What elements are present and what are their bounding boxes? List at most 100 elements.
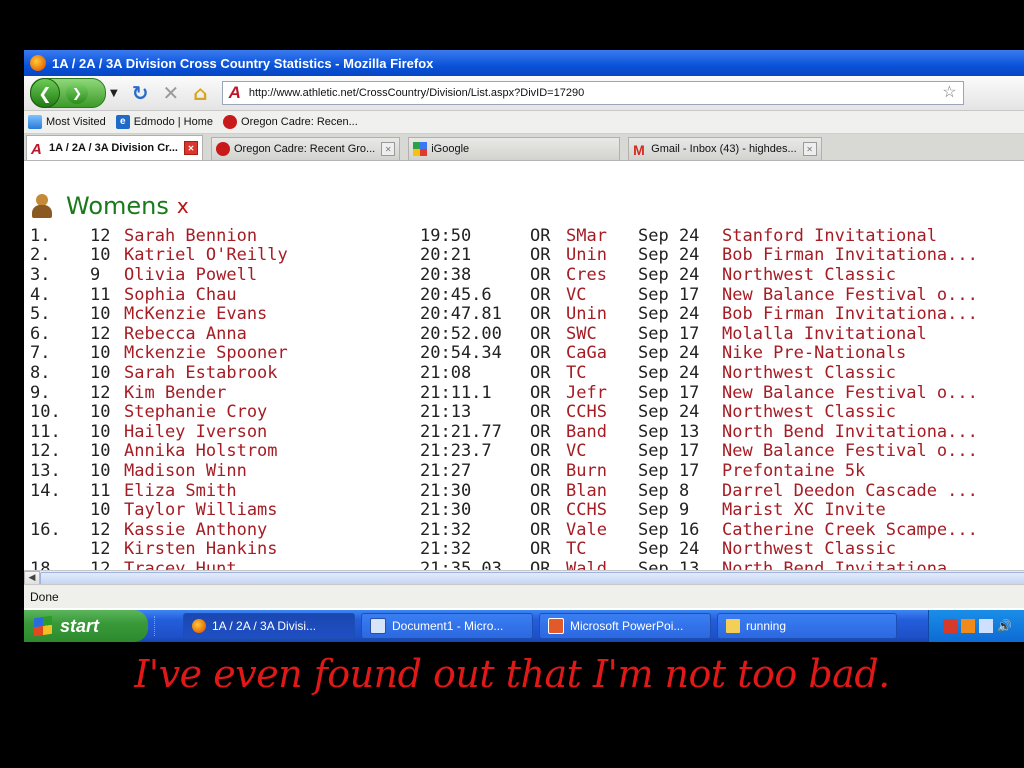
bookmark-label: Most Visited bbox=[46, 116, 106, 128]
horizontal-scrollbar[interactable]: ◀ bbox=[24, 570, 1024, 587]
taskbar-item-powerpoint[interactable]: Microsoft PowerPoi... bbox=[539, 613, 711, 639]
bookmark-oregon-cadre[interactable]: Oregon Cadre: Recen... bbox=[223, 115, 358, 129]
grade-cell: 11 bbox=[90, 284, 111, 305]
school-link[interactable]: CCHS bbox=[566, 402, 607, 422]
school-link[interactable]: CaGa bbox=[566, 343, 607, 363]
taskbar-item-folder[interactable]: running bbox=[717, 613, 897, 639]
meet-link[interactable]: New Balance Festival o... bbox=[722, 441, 978, 461]
acrobat-tray-icon[interactable] bbox=[943, 619, 957, 633]
athlete-name-link[interactable]: McKenzie Evans bbox=[124, 304, 267, 324]
school-link[interactable]: TC bbox=[566, 539, 586, 559]
back-button[interactable]: ❮ bbox=[30, 78, 60, 108]
time-cell: 20:47.81 bbox=[420, 304, 502, 325]
school-link[interactable]: Jefr bbox=[566, 383, 607, 403]
close-tab-icon[interactable]: ✕ bbox=[381, 142, 396, 156]
bookmark-most-visited[interactable]: Most Visited bbox=[28, 115, 106, 129]
school-link[interactable]: Unin bbox=[566, 304, 607, 324]
person-icon bbox=[32, 194, 52, 218]
meet-link[interactable]: Prefontaine 5k bbox=[722, 461, 865, 481]
tab-oregon-cadre[interactable]: Oregon Cadre: Recent Gro... ✕ bbox=[210, 137, 401, 160]
athlete-name-link[interactable]: Stephanie Croy bbox=[124, 402, 267, 422]
meet-link[interactable]: Northwest Classic bbox=[722, 539, 896, 559]
heading-close-link[interactable]: x bbox=[177, 194, 189, 218]
school-link[interactable]: VC bbox=[566, 285, 586, 305]
athlete-name-link[interactable]: Madison Winn bbox=[124, 461, 247, 481]
taskbar-item-word[interactable]: Document1 - Micro... bbox=[361, 613, 533, 639]
stop-icon[interactable]: ✕ bbox=[162, 81, 179, 105]
rank-cell: 4. bbox=[30, 284, 51, 305]
state-cell: OR bbox=[530, 480, 551, 501]
athlete-name-link[interactable]: Sarah Bennion bbox=[124, 226, 257, 246]
tab-igoogle[interactable]: iGoogle bbox=[408, 137, 621, 160]
school-link[interactable]: Blan bbox=[566, 481, 607, 501]
school-link[interactable]: VC bbox=[566, 441, 586, 461]
school-link[interactable]: SMar bbox=[566, 226, 607, 246]
athlete-name-link[interactable]: Eliza Smith bbox=[124, 481, 237, 501]
volume-icon[interactable]: 🔊 bbox=[997, 619, 1012, 633]
school-link[interactable]: Unin bbox=[566, 245, 607, 265]
meet-link[interactable]: Nike Pre-Nationals bbox=[722, 343, 906, 363]
school-link[interactable]: CCHS bbox=[566, 500, 607, 520]
athlete-name-link[interactable]: Annika Holstrom bbox=[124, 441, 278, 461]
grade-cell: 11 bbox=[90, 480, 111, 501]
athlete-name-link[interactable]: Hailey Iverson bbox=[124, 422, 267, 442]
school-link[interactable]: TC bbox=[566, 363, 586, 383]
athletic-net-icon: A bbox=[31, 141, 42, 158]
athlete-name-link[interactable]: Kim Bender bbox=[124, 383, 226, 403]
school-link[interactable]: Burn bbox=[566, 461, 607, 481]
meet-link[interactable]: Bob Firman Invitationa... bbox=[722, 245, 978, 265]
rank-cell: 1. bbox=[30, 225, 51, 246]
meet-link[interactable]: New Balance Festival o... bbox=[722, 383, 978, 403]
meet-link[interactable]: Northwest Classic bbox=[722, 363, 896, 383]
meet-link[interactable]: Northwest Classic bbox=[722, 265, 896, 285]
bookmark-edmodo[interactable]: e Edmodo | Home bbox=[115, 115, 213, 129]
athlete-name-link[interactable]: Tracey Hunt bbox=[124, 559, 237, 570]
bookmark-star-icon[interactable]: ☆ bbox=[942, 82, 956, 102]
tab-athletic-net[interactable]: A 1A / 2A / 3A Division Cr... ✕ bbox=[26, 135, 203, 160]
date-cell: Sep 9 bbox=[638, 500, 690, 521]
school-link[interactable]: Band bbox=[566, 422, 607, 442]
section-heading: Womens x bbox=[32, 192, 189, 220]
meet-link[interactable]: North Bend Invitationa... bbox=[722, 559, 978, 570]
meet-link[interactable]: Stanford Invitational bbox=[722, 226, 937, 246]
athlete-name-link[interactable]: Mckenzie Spooner bbox=[124, 343, 288, 363]
network-tray-icon[interactable] bbox=[979, 619, 993, 633]
start-button[interactable]: start bbox=[24, 610, 148, 642]
athlete-name-link[interactable]: Sarah Estabrook bbox=[124, 363, 278, 383]
meet-link[interactable]: Darrel Deedon Cascade ... bbox=[722, 481, 978, 501]
meet-link[interactable]: Molalla Invitational bbox=[722, 324, 927, 344]
school-link[interactable]: Wald bbox=[566, 559, 607, 570]
school-link[interactable]: Cres bbox=[566, 265, 607, 285]
meet-link[interactable]: Marist XC Invite bbox=[722, 500, 886, 520]
meet-link[interactable]: New Balance Festival o... bbox=[722, 285, 978, 305]
meet-link[interactable]: Bob Firman Invitationa... bbox=[722, 304, 978, 324]
history-dropdown-icon[interactable]: ▼ bbox=[110, 88, 118, 99]
address-bar[interactable]: A http://www.athletic.net/CrossCountry/D… bbox=[221, 81, 964, 105]
time-cell: 19:50 bbox=[420, 225, 472, 246]
school-link[interactable]: Vale bbox=[566, 520, 607, 540]
close-tab-icon[interactable]: ✕ bbox=[183, 141, 198, 155]
time-cell: 21:23.7 bbox=[420, 441, 492, 462]
close-tab-icon[interactable]: ✕ bbox=[802, 142, 817, 156]
apple-icon bbox=[215, 142, 230, 156]
athlete-name-link[interactable]: Kassie Anthony bbox=[124, 520, 267, 540]
athlete-name-link[interactable]: Taylor Williams bbox=[124, 500, 278, 520]
athlete-name-link[interactable]: Katriel O'Reilly bbox=[124, 245, 288, 265]
tab-gmail[interactable]: M Gmail - Inbox (43) - highdes... ✕ bbox=[628, 137, 822, 160]
athlete-name-link[interactable]: Olivia Powell bbox=[124, 265, 257, 285]
home-icon[interactable]: ⌂ bbox=[193, 81, 207, 105]
taskbar-item-firefox[interactable]: 1A / 2A / 3A Divisi... bbox=[183, 613, 355, 639]
update-tray-icon[interactable] bbox=[961, 619, 975, 633]
meet-link[interactable]: Northwest Classic bbox=[722, 402, 896, 422]
athlete-name-link[interactable]: Sophia Chau bbox=[124, 285, 237, 305]
meet-link[interactable]: Catherine Creek Scampe... bbox=[722, 520, 978, 540]
school-link[interactable]: SWC bbox=[566, 324, 597, 344]
meet-link[interactable]: North Bend Invitationa... bbox=[722, 422, 978, 442]
url-text[interactable]: http://www.athletic.net/CrossCountry/Div… bbox=[249, 87, 584, 99]
athlete-name-link[interactable]: Rebecca Anna bbox=[124, 324, 247, 344]
forward-button[interactable]: ❯ bbox=[66, 82, 88, 104]
tab-label: Gmail - Inbox (43) - highdes... bbox=[651, 143, 797, 155]
reload-icon[interactable]: ↻ bbox=[132, 81, 149, 105]
athlete-name-link[interactable]: Kirsten Hankins bbox=[124, 539, 278, 559]
grade-cell: 9 bbox=[90, 264, 101, 285]
